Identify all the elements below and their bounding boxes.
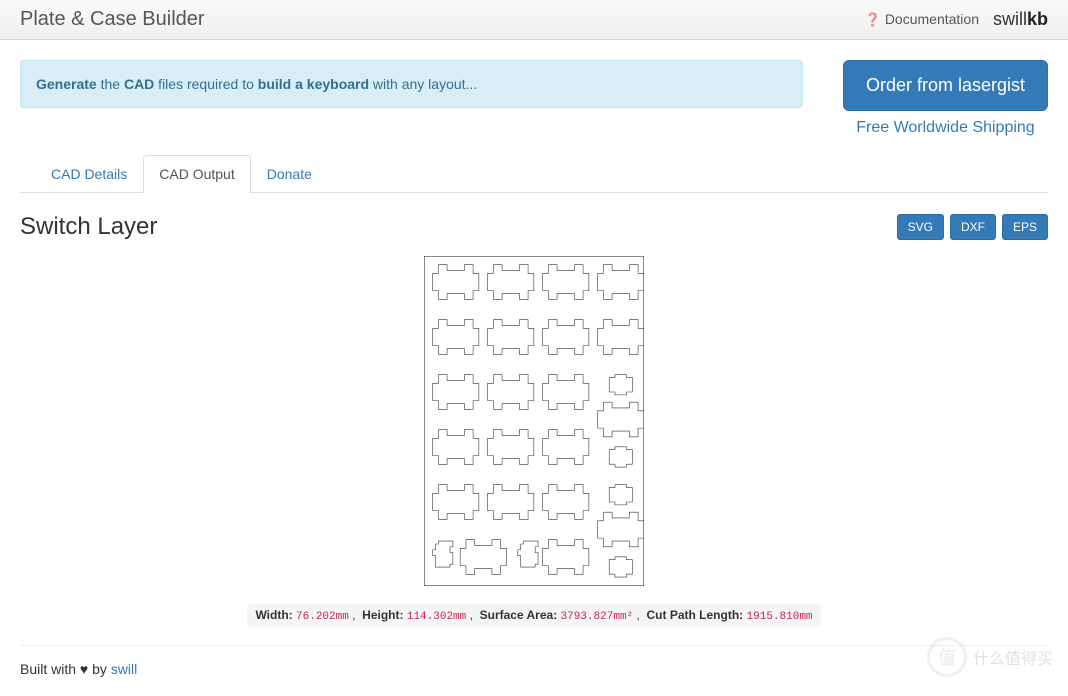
switch-layer-svg — [424, 256, 644, 586]
page-title: Plate & Case Builder — [20, 8, 205, 31]
format-dxf-button[interactable]: DXF — [950, 214, 996, 240]
tab-bar: CAD Details CAD Output Donate — [20, 155, 1048, 193]
dimensions-stats: Width: 76.202mm , Height: 114.302mm , Su… — [247, 604, 820, 627]
shipping-text: Free Worldwide Shipping — [843, 119, 1048, 137]
heart-icon: ♥ — [80, 661, 88, 677]
brand-logo: swillkb — [993, 9, 1048, 30]
order-button[interactable]: Order from lasergist — [843, 60, 1048, 111]
tab-cad-details[interactable]: CAD Details — [35, 155, 143, 193]
plate-preview — [20, 256, 1048, 589]
footer: Built with ♥ by swill — [20, 661, 1048, 677]
top-bar: Plate & Case Builder Documentation swill… — [0, 0, 1068, 40]
author-link[interactable]: swill — [111, 661, 137, 677]
tab-donate[interactable]: Donate — [251, 155, 328, 193]
tab-cad-output[interactable]: CAD Output — [143, 155, 250, 193]
info-alert: Generate the CAD files required to build… — [20, 60, 803, 108]
format-eps-button[interactable]: EPS — [1002, 214, 1048, 240]
documentation-link[interactable]: Documentation — [865, 11, 979, 28]
format-svg-button[interactable]: SVG — [897, 214, 944, 240]
section-title: Switch Layer — [20, 213, 157, 241]
